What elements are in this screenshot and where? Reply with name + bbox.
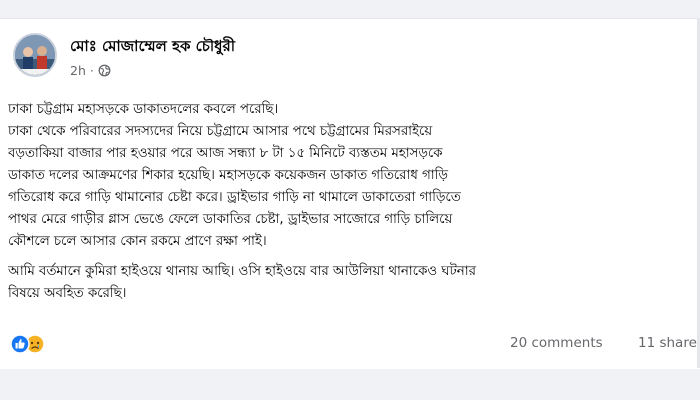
post-footer: 20 comments 11 shares	[0, 331, 700, 361]
comments-count-link[interactable]: 20 comments	[510, 335, 603, 351]
post-text-line: আমি বর্তমানে কুমিরা হাইওয়ে থানায় আছি। …	[8, 264, 476, 279]
author-avatar[interactable]	[13, 33, 57, 77]
post-text-line: ঢাকা চট্টগ্রাম মহাসড়কে ডাকাতদলের কবলে প…	[8, 102, 279, 117]
page-background	[0, 0, 700, 20]
post-text-line: কৌশলে চলে আসার কোন রকমে প্রাণে রক্ষা পাই…	[8, 234, 267, 249]
reactions-summary[interactable]	[10, 334, 50, 354]
like-icon	[10, 334, 30, 354]
post-text-line: ঢাকা থেকে পরিবারের সদস্যদের নিয়ে চট্টগ্…	[8, 124, 433, 139]
post-text-line: গতিরোধ করে গাড়ি থামানোর চেষ্টা করে। ড্র…	[8, 190, 461, 205]
post-text-line: ডাকাত দলের আক্রমণের শিকার হয়েছি। মহাসড়…	[8, 168, 448, 183]
post-text-line: বড়তাকিয়া বাজার পার হওয়ার পরে আজ সন্ধ্…	[8, 146, 443, 161]
post-timestamp[interactable]: 2h	[70, 63, 86, 78]
post-card: মোঃ মোজাম্মেল হক চৌধুরী 2h · ঢাকা চট্টগ্…	[0, 18, 700, 369]
post-body: ঢাকা চট্টগ্রাম মহাসড়কে ডাকাতদলের কবলে প…	[8, 99, 698, 305]
post-paragraph: আমি বর্তমানে কুমিরা হাইওয়ে থানায় আছি। …	[8, 261, 698, 305]
post-paragraph: ঢাকা চট্টগ্রাম মহাসড়কে ডাকাতদলের কবলে প…	[8, 99, 698, 253]
meta-separator: ·	[89, 62, 94, 78]
shares-count-link[interactable]: 11 shares	[638, 335, 700, 351]
author-name-link[interactable]: মোঃ মোজাম্মেল হক চৌধুরী	[70, 35, 235, 60]
profile-photo-icon	[15, 35, 55, 75]
post-text-line: বিষয়ে অবহিত করেছি।	[8, 286, 127, 301]
globe-icon[interactable]	[98, 64, 111, 77]
post-text-line: পাথর মেরে গাড়ীর গ্লাস ভেঙে ফেলে ডাকাতির…	[8, 212, 453, 227]
post-meta: 2h ·	[70, 61, 111, 79]
